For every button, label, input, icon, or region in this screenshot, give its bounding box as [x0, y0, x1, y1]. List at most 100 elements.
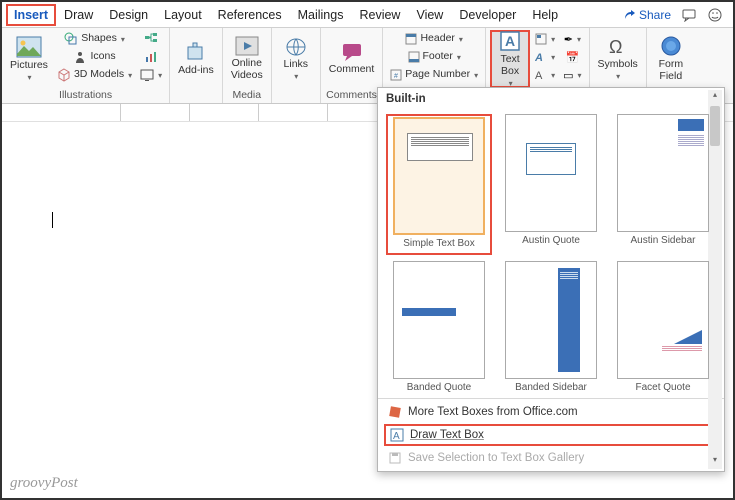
gallery-item-label: Austin Sidebar — [630, 232, 695, 249]
symbols-button[interactable]: Ω Symbols▾ — [594, 30, 642, 88]
datetime-button[interactable]: 📅 — [560, 48, 584, 66]
addins-icon — [185, 41, 207, 63]
scroll-up-icon[interactable]: ▴ — [708, 90, 722, 104]
save-selection-button: Save Selection to Text Box Gallery — [378, 447, 724, 469]
svg-text:Ω: Ω — [609, 37, 622, 57]
group-media-label: Media — [227, 88, 267, 103]
addins-button[interactable]: Add-ins — [174, 30, 218, 88]
share-button[interactable]: Share — [624, 8, 671, 22]
icons-icon — [73, 50, 87, 64]
tab-layout[interactable]: Layout — [156, 4, 210, 26]
drop-cap-button[interactable]: A▾ — [532, 66, 558, 84]
gallery-item-label: Banded Sidebar — [515, 379, 587, 396]
page-number-label: Page Number — [405, 69, 470, 81]
draw-text-box-button[interactable]: A Draw Text Box — [384, 424, 718, 446]
text-box-icon: A — [499, 30, 521, 52]
tab-draw[interactable]: Draw — [56, 4, 101, 26]
save-icon — [388, 451, 402, 465]
group-media: Online Videos Media — [223, 28, 272, 103]
cube-icon — [57, 68, 71, 82]
tab-design[interactable]: Design — [101, 4, 156, 26]
tab-developer[interactable]: Developer — [451, 4, 524, 26]
gallery-footer: More Text Boxes from Office.com › A Draw… — [378, 398, 724, 471]
group-links-label — [276, 88, 316, 103]
watermark: groovyPost — [10, 475, 78, 492]
3d-models-button[interactable]: 3D Models▾ — [54, 66, 135, 84]
tab-insert[interactable]: Insert — [6, 4, 56, 26]
form-field-button[interactable]: Form Field — [651, 30, 691, 88]
pictures-icon — [16, 36, 42, 58]
omega-icon: Ω — [607, 37, 629, 57]
text-box-gallery: ▴ ▾ Built-in Simple Text Box Austin Quot… — [377, 87, 725, 472]
gallery-item-label: Banded Quote — [407, 379, 472, 396]
gallery-item-banded-sidebar[interactable]: Banded Sidebar — [498, 261, 604, 396]
more-text-boxes-button[interactable]: More Text Boxes from Office.com › — [378, 401, 724, 423]
shapes-button[interactable]: Shapes▾ — [54, 30, 135, 48]
tab-mailings[interactable]: Mailings — [290, 4, 352, 26]
smartart-icon — [144, 32, 158, 46]
links-button[interactable]: Links▾ — [276, 30, 316, 88]
pictures-label: Pictures — [10, 60, 48, 72]
quick-parts-icon — [535, 33, 547, 45]
gallery-item-austin-sidebar[interactable]: Austin Sidebar — [610, 114, 716, 255]
link-icon — [285, 37, 307, 57]
scroll-down-icon[interactable]: ▾ — [708, 455, 722, 469]
calendar-icon: 📅 — [565, 51, 579, 64]
links-label: Links — [284, 59, 309, 71]
save-selection-label: Save Selection to Text Box Gallery — [408, 452, 584, 464]
office-icon — [388, 405, 402, 419]
tab-references[interactable]: References — [210, 4, 290, 26]
object-icon: ▭ — [563, 69, 573, 82]
comment-button[interactable]: Comment — [325, 30, 379, 88]
header-icon — [405, 33, 417, 45]
online-videos-label: Online Videos — [231, 58, 263, 81]
pictures-button[interactable]: Pictures ▾ — [6, 30, 52, 88]
online-videos-button[interactable]: Online Videos — [227, 30, 267, 88]
chart-icon — [144, 50, 158, 64]
svg-text:A: A — [535, 70, 543, 81]
comments-button[interactable] — [681, 7, 697, 23]
icons-button[interactable]: Icons — [54, 48, 135, 66]
screenshot-icon — [140, 68, 154, 82]
text-box-button[interactable]: A Text Box▾ — [490, 30, 530, 88]
form-field-icon — [660, 35, 682, 57]
tab-view[interactable]: View — [408, 4, 451, 26]
smartart-button[interactable] — [137, 30, 165, 48]
group-illustrations: Pictures ▾ Shapes▾ Icons 3D Models▾ — [2, 28, 170, 103]
header-button[interactable]: Header▾ — [387, 30, 481, 48]
gallery-grid: Simple Text Box Austin Quote Austin Side… — [378, 110, 724, 398]
chart-button[interactable] — [137, 48, 165, 66]
comment-label: Comment — [329, 64, 375, 76]
screenshot-button[interactable]: ▾ — [137, 66, 165, 84]
drop-cap-icon: A — [535, 69, 547, 81]
gallery-item-label: Facet Quote — [635, 379, 690, 396]
group-links: Links▾ — [272, 28, 321, 103]
header-label: Header — [420, 33, 454, 45]
gallery-item-facet-quote[interactable]: Facet Quote — [610, 261, 716, 396]
feedback-button[interactable] — [707, 7, 723, 23]
draw-text-box-icon: A — [390, 428, 404, 442]
addins-label: Add-ins — [178, 65, 214, 77]
gallery-item-label: Simple Text Box — [403, 235, 475, 252]
comment-icon — [341, 42, 363, 62]
tab-review[interactable]: Review — [351, 4, 408, 26]
wordart-button[interactable]: A▾ — [532, 48, 558, 66]
signature-button[interactable]: ✒▾ — [560, 30, 584, 48]
scroll-thumb[interactable] — [710, 106, 720, 146]
tab-help[interactable]: Help — [524, 4, 566, 26]
quick-parts-button[interactable]: ▾ — [532, 30, 558, 48]
gallery-item-banded-quote[interactable]: Banded Quote — [386, 261, 492, 396]
gallery-item-austin-quote[interactable]: Austin Quote — [498, 114, 604, 255]
gallery-scrollbar[interactable]: ▴ ▾ — [708, 90, 722, 469]
gallery-header: Built-in — [378, 88, 724, 110]
footer-button[interactable]: Footer▾ — [387, 48, 481, 66]
chevron-down-icon: ▾ — [27, 73, 31, 82]
page-number-button[interactable]: #Page Number▾ — [387, 66, 481, 84]
group-addins: Add-ins — [170, 28, 223, 103]
gallery-item-simple-text-box[interactable]: Simple Text Box — [386, 114, 492, 255]
signature-icon: ✒ — [564, 33, 573, 46]
video-icon — [235, 36, 259, 56]
gallery-item-label: Austin Quote — [522, 232, 580, 249]
share-icon — [624, 9, 636, 21]
object-button[interactable]: ▭▾ — [560, 66, 584, 84]
